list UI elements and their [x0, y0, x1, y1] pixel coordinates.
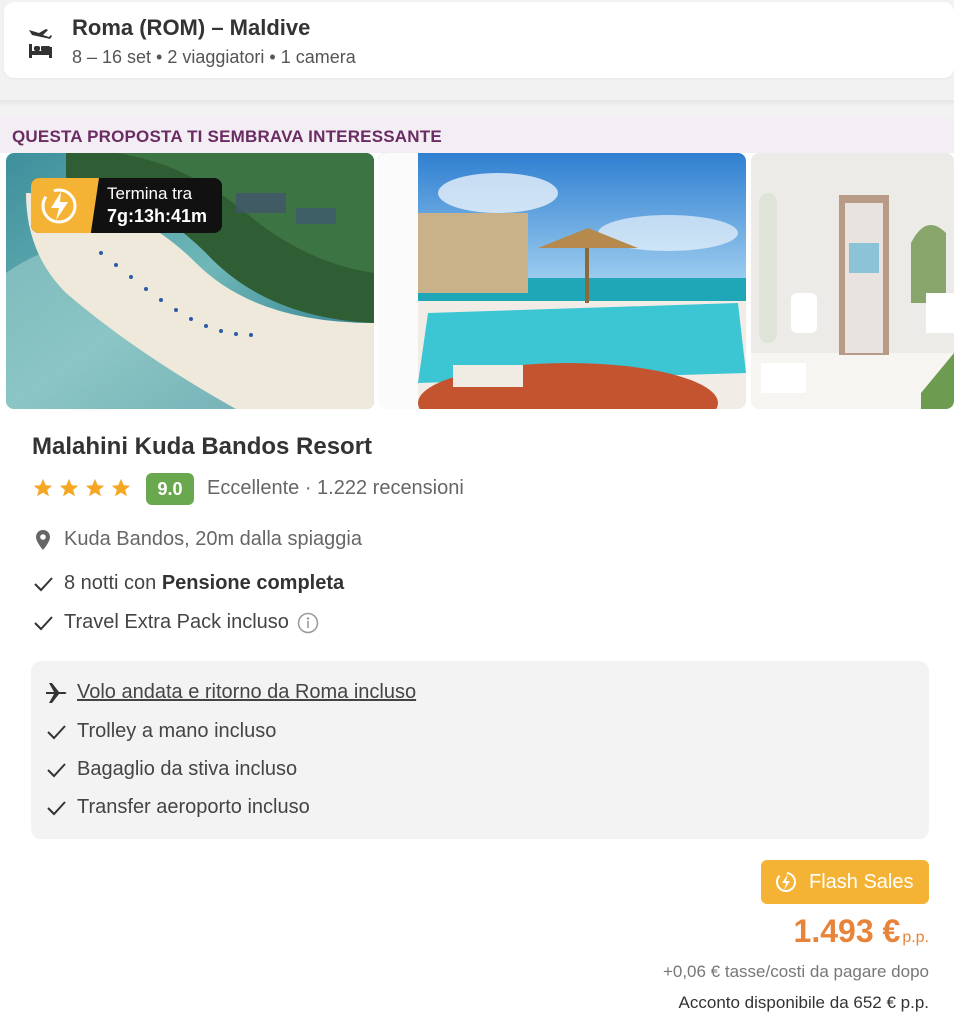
check-icon: [45, 797, 69, 819]
extra-pack-text: Travel Extra Pack incluso: [64, 611, 289, 633]
price-amount: 1.493 €: [793, 913, 901, 949]
flight-title-row[interactable]: Volo andata e ritorno da Roma incluso: [45, 681, 416, 704]
flash-sales-label: Flash Sales: [809, 870, 914, 893]
check-icon: [45, 759, 69, 781]
search-details: 8 – 16 set • 2 viaggiatori • 1 camera: [72, 47, 356, 67]
check-icon: [45, 721, 69, 743]
star-icon: [110, 477, 132, 499]
star-icon: [58, 477, 80, 499]
check-icon: [32, 573, 54, 595]
extra-pack-info: Travel Extra Pack incluso: [32, 611, 319, 634]
flight-item: Bagaglio da stiva incluso: [45, 758, 297, 781]
timer-value: 7g:13h:41m: [107, 206, 208, 226]
card-header: QUESTA PROPOSTA TI SEMBRAVA INTERESSANTE: [0, 117, 954, 153]
price: 1.493 € p.p.: [794, 913, 929, 950]
star-icon: [32, 477, 54, 499]
location: Kuda Bandos, 20m dalla spiaggia: [32, 528, 362, 551]
flash-sales-badge: Flash Sales: [761, 860, 929, 904]
lightning-icon: [775, 870, 797, 894]
timer-label: Termina tra: [107, 184, 193, 203]
divider: [0, 100, 954, 106]
hotel-name[interactable]: Malahini Kuda Bandos Resort: [32, 433, 372, 461]
info-icon[interactable]: [297, 612, 319, 634]
search-title: Roma (ROM) – Maldive: [72, 15, 311, 40]
flight-item-label: Bagaglio da stiva incluso: [77, 758, 298, 780]
star-icon: [84, 477, 106, 499]
star-rating: [32, 477, 132, 501]
flight-item-label: Transfer aeroporto incluso: [77, 796, 310, 818]
check-icon: [32, 612, 54, 634]
lightning-icon: [31, 178, 99, 233]
board-type: Pensione completa: [161, 572, 345, 594]
countdown-timer: Termina tra 7g:13h:41m: [31, 178, 222, 233]
flight-hotel-icon: [26, 24, 56, 60]
board-info: 8 notti con Pensione completa: [32, 572, 344, 595]
search-summary[interactable]: Roma (ROM) – Maldive 8 – 16 set • 2 viag…: [4, 2, 954, 78]
hotel-photo-bathroom[interactable]: [751, 153, 954, 409]
price-unit: p.p.: [902, 929, 929, 946]
flight-item-label: Trolley a mano incluso: [77, 720, 277, 742]
hotel-photo-pool[interactable]: [378, 153, 746, 409]
location-text: Kuda Bandos, 20m dalla spiaggia: [64, 528, 362, 550]
reviews-summary[interactable]: Eccellente · 1.222 recensioni: [207, 477, 464, 500]
card-header-label: QUESTA PROPOSTA TI SEMBRAVA INTERESSANTE: [12, 127, 442, 146]
flight-item: Transfer aeroporto incluso: [45, 796, 310, 819]
plane-icon: [45, 682, 69, 704]
rating-badge: 9.0: [146, 473, 194, 505]
location-pin-icon: [32, 529, 54, 551]
flight-details: Volo andata e ritorno da Roma incluso Tr…: [31, 661, 929, 839]
taxes-note: +0,06 € tasse/costi da pagare dopo: [662, 962, 929, 981]
flight-item: Trolley a mano incluso: [45, 720, 276, 743]
flight-title-link[interactable]: Volo andata e ritorno da Roma incluso: [77, 681, 416, 704]
nights-text: 8 notti con: [64, 572, 162, 594]
deposit-note: Acconto disponibile da 652 € p.p.: [678, 993, 929, 1012]
